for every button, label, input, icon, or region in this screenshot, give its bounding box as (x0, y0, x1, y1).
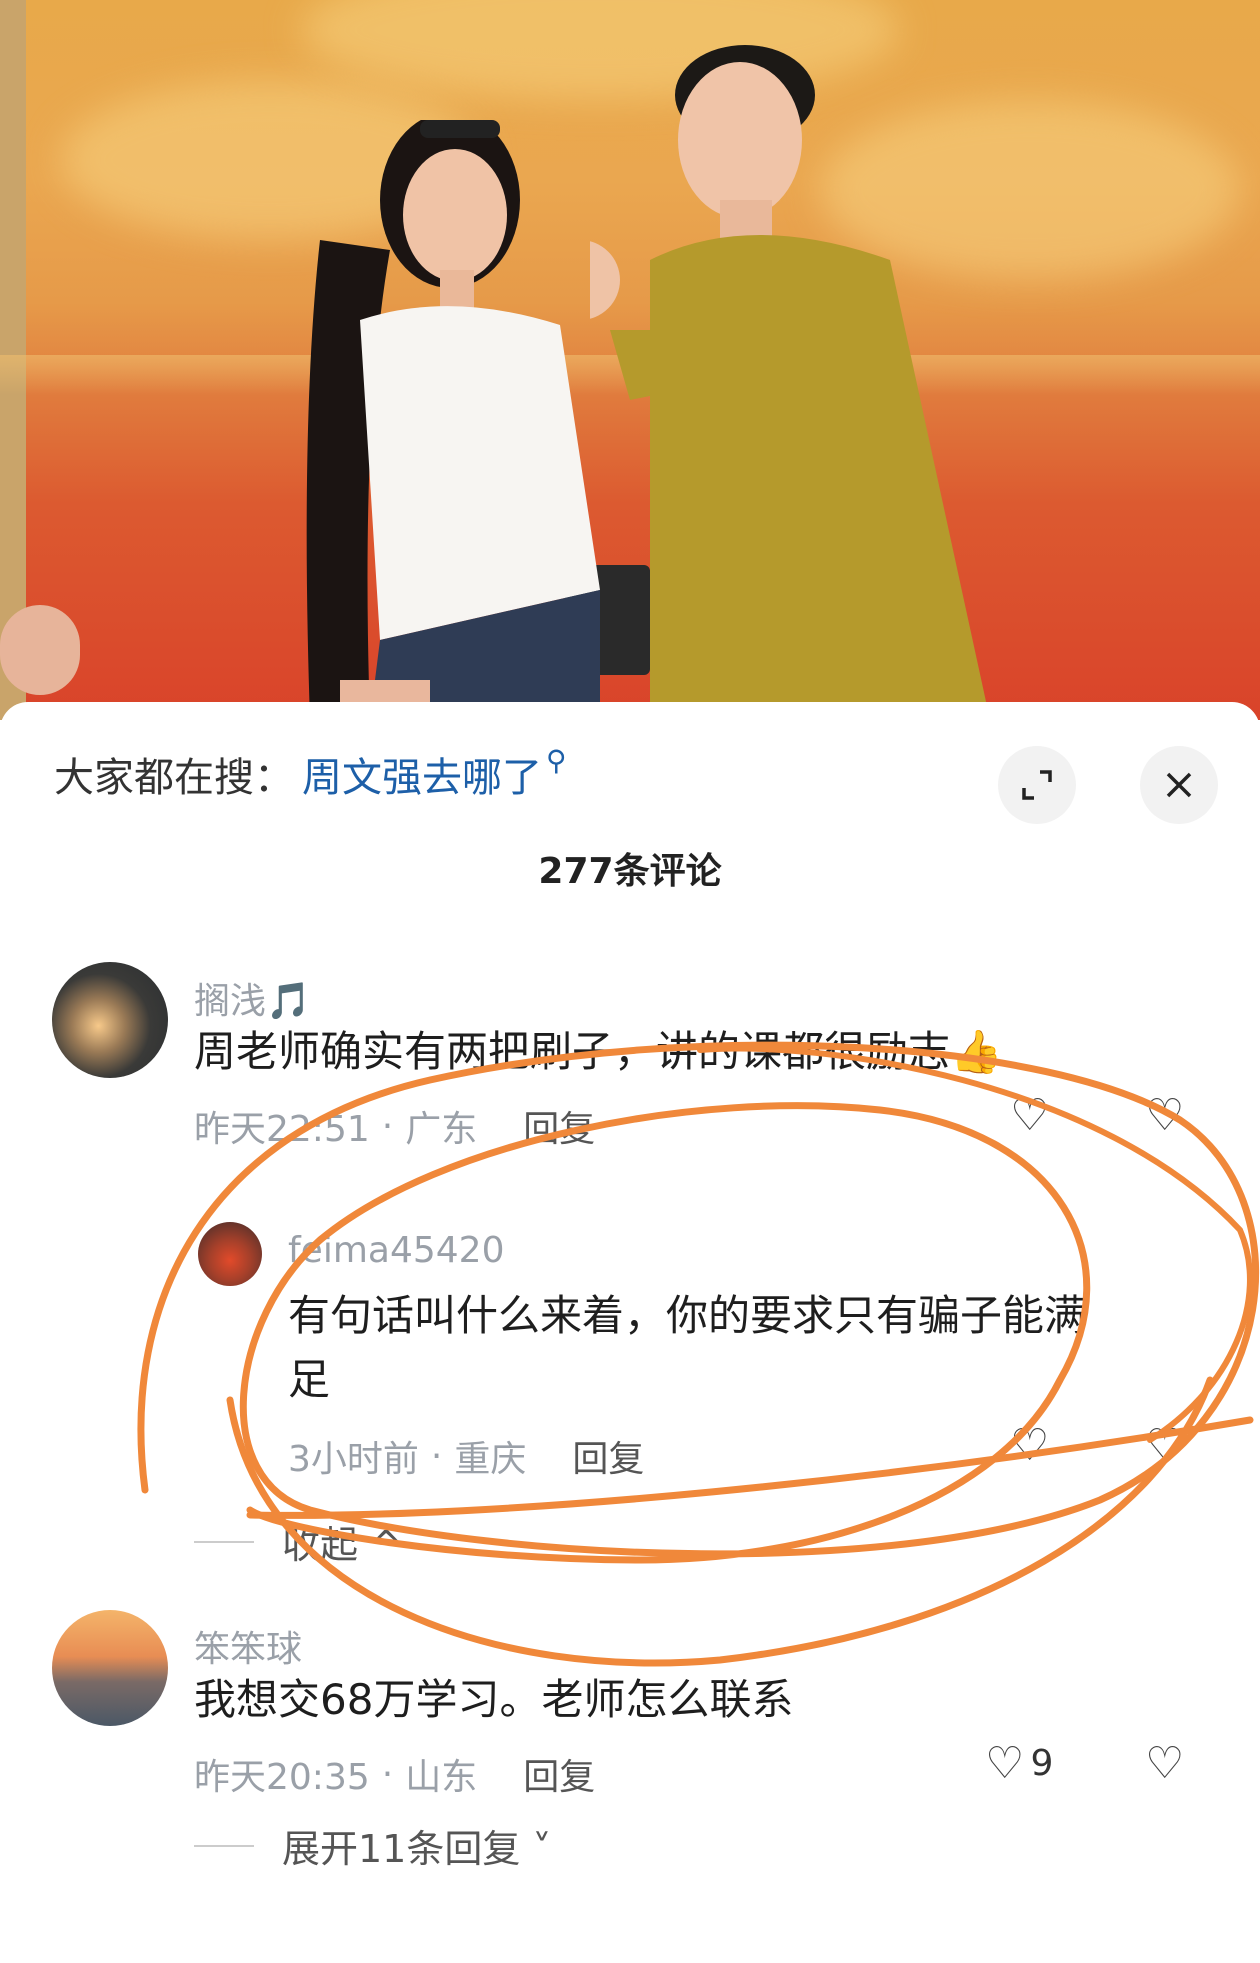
avatar[interactable] (52, 962, 168, 1078)
collapse-label[interactable]: 收起 ^ (282, 1514, 402, 1569)
search-icon[interactable]: ⚲ (546, 744, 567, 777)
like-button[interactable]: ♡ 9 (985, 1738, 1053, 1789)
close-button[interactable] (1140, 746, 1218, 824)
heart-icon[interactable]: ♡ (1010, 1420, 1049, 1471)
comment-time: 昨天22:51 (194, 1109, 370, 1150)
comment-location: 广东 (405, 1109, 478, 1150)
comment-sheet: 大家都在搜： 周文强去哪了 ⚲ 277条评论 搁浅🎵 周老师确实有两把刷子，讲的… (0, 702, 1260, 1963)
reply-avatar[interactable] (198, 1222, 262, 1286)
reply-text-line1: 有句话叫什么来着，你的要求只有骗子能满 (288, 1291, 1087, 1340)
meta-separator: · (381, 1753, 394, 1795)
trending-search-term[interactable]: 周文强去哪了 (302, 745, 542, 803)
reply-button[interactable]: 回复 (572, 1430, 644, 1482)
video-frame[interactable] (0, 0, 1260, 720)
heart-icon[interactable]: ♡ (1010, 1090, 1049, 1141)
comment-username[interactable]: 搁浅🎵 (194, 972, 311, 1024)
expand-replies[interactable]: 展开11条回复 ˅ (194, 1818, 551, 1873)
trending-search[interactable]: 大家都在搜： 周文强去哪了 ⚲ (54, 742, 567, 806)
broken-heart-icon[interactable]: ♡ (1145, 1090, 1184, 1141)
comment-meta: 昨天22:51 · 广东 回复 (194, 1100, 595, 1152)
trending-search-label: 大家都在搜： (54, 755, 294, 801)
reply-username[interactable]: feima45420 (288, 1230, 504, 1271)
comment-meta: 昨天20:35 · 山东 回复 (194, 1748, 595, 1800)
meta-separator: · (430, 1435, 443, 1477)
reply-button[interactable]: 回复 (523, 1100, 595, 1152)
woman-figure (306, 120, 600, 720)
reply-button[interactable]: 回复 (523, 1748, 595, 1800)
reply-location: 重庆 (454, 1439, 527, 1480)
broken-heart-icon[interactable]: ♡ (1145, 1420, 1184, 1471)
meta-separator: · (381, 1105, 394, 1147)
expand-label[interactable]: 展开11条回复 ˅ (282, 1818, 551, 1873)
reply-time: 3小时前 (288, 1439, 419, 1480)
close-icon (1166, 772, 1192, 798)
expand-button[interactable] (998, 746, 1076, 824)
comment-location: 山东 (405, 1757, 478, 1798)
comment-username[interactable]: 笨笨球 (194, 1620, 302, 1672)
collapse-replies[interactable]: 收起 ^ (194, 1514, 402, 1569)
comment-text: 我想交68万学习。老师怎么联系 (194, 1675, 794, 1724)
expand-icon (1022, 770, 1052, 800)
like-count: 9 (1030, 1743, 1054, 1784)
comment-time: 昨天20:35 (194, 1757, 370, 1798)
broken-heart-icon[interactable]: ♡ (1145, 1738, 1184, 1789)
avatar[interactable] (52, 1610, 168, 1726)
reply-meta: 3小时前 · 重庆 回复 (288, 1430, 644, 1482)
comment-text: 周老师确实有两把刷子，讲的课都很励志👍 (194, 1027, 1003, 1076)
divider-dash (194, 1540, 254, 1543)
heart-icon: ♡ (985, 1738, 1025, 1789)
reply-text-line2: 足 (288, 1355, 331, 1404)
comment-count: 277条评论 (538, 851, 722, 892)
divider-dash (194, 1844, 254, 1847)
man-figure (590, 45, 990, 720)
hand (0, 605, 80, 695)
